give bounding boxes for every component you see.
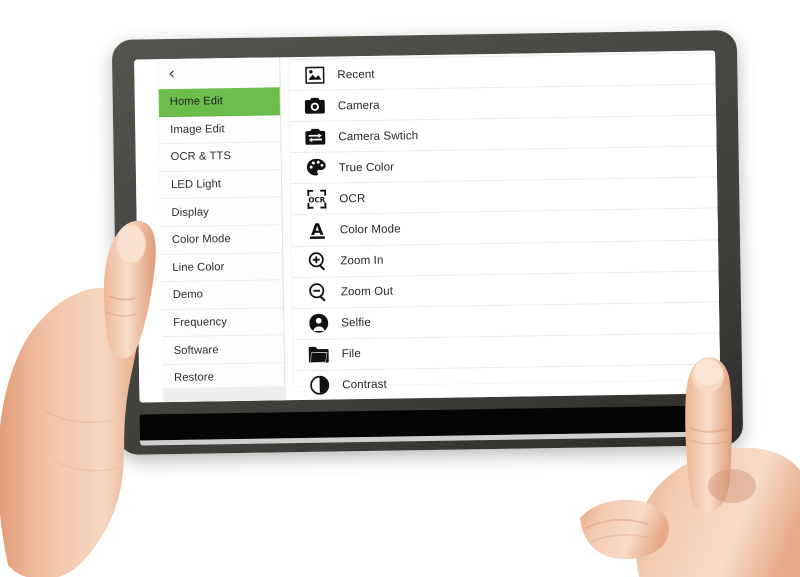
contrast-half-circle-icon bbox=[308, 375, 330, 397]
sidebar-item-image-edit[interactable]: Image Edit bbox=[158, 114, 281, 145]
sidebar-item-software[interactable]: Software bbox=[162, 335, 284, 366]
menu-item-label: Camera Swtich bbox=[338, 128, 419, 144]
sidebar-item-color-mode[interactable]: Color Mode bbox=[160, 225, 283, 255]
sidebar-item-label: Frequency bbox=[173, 316, 228, 330]
menu-item-label: Camera bbox=[337, 98, 380, 113]
tablet-display: ‹ Home Edit Image Edit OCR & TTS LED Lig… bbox=[134, 50, 721, 403]
menu-item-label: OCR bbox=[339, 191, 366, 206]
sidebar-item-label: Color Mode bbox=[171, 233, 231, 247]
magnifier-plus-icon bbox=[306, 250, 328, 272]
back-chevron-icon: ‹ bbox=[168, 63, 176, 84]
magnifier-minus-icon bbox=[307, 281, 329, 303]
sidebar-item-led-light[interactable]: LED Light bbox=[159, 170, 282, 200]
menu-item-label: File bbox=[341, 347, 361, 361]
menu-item-label: Zoom In bbox=[340, 253, 384, 268]
sidebar-item-demo[interactable]: Demo bbox=[161, 280, 284, 310]
sidebar-item-line-color[interactable]: Line Color bbox=[161, 252, 283, 283]
sidebar-item-label: Display bbox=[171, 206, 209, 219]
menu-item-label: Recent bbox=[337, 67, 375, 81]
sidebar: ‹ Home Edit Image Edit OCR & TTS LED Lig… bbox=[158, 57, 286, 403]
menu-item-contrast[interactable]: Contrast bbox=[294, 363, 721, 403]
folder-icon bbox=[308, 343, 330, 365]
person-circle-icon bbox=[307, 312, 329, 334]
menu-item-label: Contrast bbox=[342, 378, 387, 392]
sidebar-item-display[interactable]: Display bbox=[160, 197, 282, 228]
screenshot-stage: ‹ Home Edit Image Edit OCR & TTS LED Lig… bbox=[0, 0, 800, 577]
menu-panel: Recent Camera Camera Swtich True Color O… bbox=[289, 51, 721, 403]
sidebar-item-label: Demo bbox=[172, 288, 204, 302]
camera-icon bbox=[304, 95, 326, 117]
sidebar-item-label: LED Light bbox=[170, 178, 222, 192]
sidebar-item-label: Image Edit bbox=[170, 123, 225, 136]
svg-text:OCR: OCR bbox=[308, 195, 326, 204]
sidebar-item-label: Line Color bbox=[172, 261, 225, 274]
camera-switch-icon bbox=[304, 126, 326, 148]
app-screen: ‹ Home Edit Image Edit OCR & TTS LED Lig… bbox=[134, 50, 721, 403]
sidebar-item-home-edit[interactable]: Home Edit bbox=[158, 87, 280, 117]
sidebar-item-label: Home Edit bbox=[169, 95, 223, 109]
sidebar-item-label: Software bbox=[173, 343, 219, 357]
menu-item-label: Zoom Out bbox=[340, 284, 394, 299]
sidebar-item-ocr-tts[interactable]: OCR & TTS bbox=[159, 142, 281, 172]
back-button[interactable]: ‹ bbox=[158, 57, 280, 90]
menu-item-label: Selfie bbox=[341, 316, 371, 330]
sidebar-item-label: Restore bbox=[174, 371, 215, 385]
menu-item-label: Color Mode bbox=[339, 222, 401, 237]
sidebar-item-frequency[interactable]: Frequency bbox=[162, 308, 284, 338]
menu-item-label: True Color bbox=[338, 160, 395, 175]
tablet-device: ‹ Home Edit Image Edit OCR & TTS LED Lig… bbox=[111, 30, 744, 455]
sidebar-footer-spacer bbox=[163, 386, 285, 403]
palette-icon bbox=[305, 157, 327, 179]
sidebar-item-label: OCR & TTS bbox=[170, 150, 232, 164]
ocr-scan-icon: OCR bbox=[305, 188, 327, 210]
photo-icon bbox=[303, 64, 325, 86]
letter-a-underline-icon: A bbox=[306, 219, 328, 241]
